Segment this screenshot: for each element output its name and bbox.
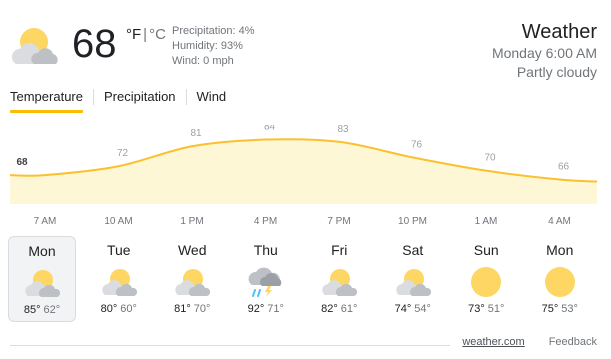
low-temp: 54° — [414, 303, 431, 315]
temperature-point-label: 70 — [484, 153, 496, 164]
day-name: Sat — [402, 242, 424, 258]
high-temp: 92° — [247, 303, 265, 315]
day-name: Mon — [546, 242, 574, 258]
time-axis-label: 1 AM — [475, 216, 498, 227]
weather-details: Precipitation: 4% Humidity: 93% Wind: 0 … — [172, 24, 255, 69]
tab-temperature[interactable]: Temperature — [10, 89, 93, 113]
forecast-day[interactable]: Sun 73° 51° — [450, 236, 524, 322]
metric-tabs: Temperature Precipitation Wind — [10, 89, 236, 115]
temperature-point-label: 76 — [411, 139, 423, 150]
fahrenheit-toggle[interactable]: °F — [126, 26, 141, 43]
day-temps: 80° 60° — [82, 303, 156, 315]
low-temp: 61° — [340, 303, 358, 315]
forecast-day[interactable]: Wed 81° 70° — [156, 236, 230, 322]
daily-forecast: Mon 85° 62° Tue 80° 60° Wed 81° 70° Thu 92° 71° Fri 8… — [8, 236, 608, 326]
low-temp: 60° — [120, 303, 137, 315]
day-name: Sun — [473, 242, 499, 258]
time-axis-label: 10 PM — [398, 216, 427, 227]
forecast-day[interactable]: Thu 92° 71° — [229, 236, 303, 322]
temperature-point-label: 66 — [558, 162, 570, 173]
high-temp: 85° — [23, 304, 41, 316]
partly-cloudy-icon — [174, 265, 211, 299]
tab-precipitation[interactable]: Precipitation — [94, 89, 186, 113]
day-name: Wed — [177, 242, 207, 258]
source-link[interactable]: weather.com — [462, 336, 524, 348]
day-name: Tue — [106, 242, 131, 258]
forecast-day[interactable]: Mon 75° 53° — [523, 236, 597, 322]
partly-cloudy-icon — [321, 265, 358, 299]
temperature-point-label: 72 — [117, 148, 129, 159]
high-temp: 82° — [321, 303, 338, 315]
humidity-detail: Humidity: 93% — [172, 40, 243, 52]
partly-cloudy-icon — [101, 265, 137, 299]
weather-header: Weather Monday 6:00 AM Partly cloudy — [492, 20, 597, 82]
day-temps: 81° 70° — [156, 303, 230, 315]
low-temp: 70° — [193, 303, 211, 315]
forecast-day[interactable]: Mon 85° 62° — [8, 236, 76, 322]
time-axis-label: 7 AM — [34, 216, 57, 227]
day-temps: 73° 51° — [450, 303, 524, 315]
day-temps: 82° 61° — [303, 303, 377, 315]
high-temp: 75° — [541, 303, 559, 315]
weather-datetime: Monday 6:00 AM — [491, 45, 597, 61]
high-temp: 80° — [100, 303, 118, 315]
precipitation-detail: Precipitation: 4% — [172, 25, 255, 37]
thunderstorm-icon — [248, 265, 284, 299]
low-temp: 51° — [487, 303, 505, 315]
time-axis-label: 4 PM — [254, 216, 277, 227]
temperature-area — [10, 139, 597, 204]
partly-cloudy-icon — [8, 22, 66, 70]
low-temp: 71° — [267, 303, 284, 315]
low-temp: 53° — [561, 303, 578, 315]
time-axis-label: 4 AM — [548, 216, 571, 227]
partly-cloudy-icon — [395, 265, 431, 299]
sunny-icon — [468, 265, 504, 299]
footer: weather.com Feedback — [462, 336, 597, 348]
temperature-point-label: 83 — [337, 125, 349, 135]
current-temperature: 68 — [72, 22, 117, 66]
celsius-toggle[interactable]: °C — [149, 26, 166, 43]
unit-separator: | — [143, 26, 148, 43]
high-temp: 74° — [394, 303, 412, 315]
forecast-day[interactable]: Fri 82° 61° — [303, 236, 377, 322]
day-name: Fri — [331, 242, 348, 258]
day-name: Thu — [253, 242, 278, 258]
sunny-icon — [542, 265, 578, 299]
forecast-day[interactable]: Tue 80° 60° — [82, 236, 156, 322]
day-temps: 92° 71° — [229, 303, 303, 315]
temperature-chart: 68 7 AM 72 10 AM 81 1 PM 84 4 PM 83 7 PM 76 10 PM 70… — [9, 125, 598, 227]
tab-wind[interactable]: Wind — [187, 89, 237, 113]
temperature-point-label: 68 — [16, 157, 28, 168]
time-axis-label: 1 PM — [180, 216, 203, 227]
high-temp: 73° — [468, 303, 485, 315]
high-temp: 81° — [174, 303, 191, 315]
day-temps: 74° 54° — [376, 303, 450, 315]
wind-detail: Wind: 0 mph — [172, 55, 234, 67]
footer-divider — [10, 345, 450, 346]
weather-condition: Partly cloudy — [516, 64, 597, 80]
day-temps: 75° 53° — [523, 303, 597, 315]
day-name: Mon — [28, 243, 56, 259]
feedback-link[interactable]: Feedback — [549, 336, 597, 348]
temperature-point-label: 81 — [190, 128, 202, 139]
temperature-point-label: 84 — [264, 125, 276, 133]
weather-title: Weather — [521, 21, 597, 43]
unit-toggle: °F | °C — [126, 26, 166, 43]
forecast-day[interactable]: Sat 74° 54° — [376, 236, 450, 322]
time-axis-label: 7 PM — [327, 216, 350, 227]
partly-cloudy-icon — [24, 266, 61, 300]
low-temp: 62° — [43, 304, 61, 316]
day-temps: 85° 62° — [9, 304, 75, 316]
time-axis-label: 10 AM — [104, 216, 132, 227]
